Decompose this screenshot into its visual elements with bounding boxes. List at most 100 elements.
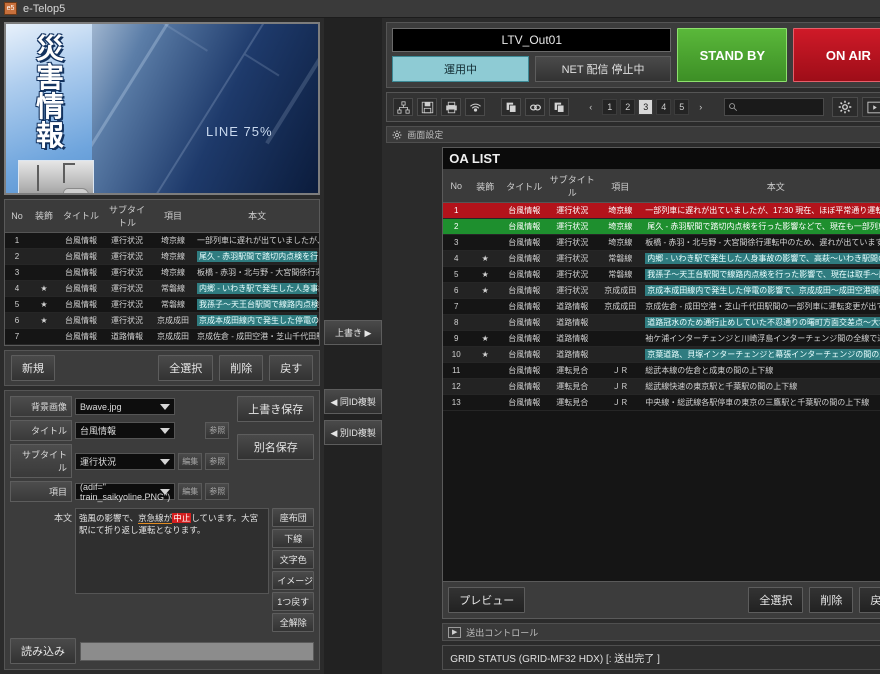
table-row[interactable]: 13 台風情報 運転見合 ＪＲ 中央線・総武線各駅停車の東京の三鷹駅と千葉駅の間の上下線 <box>443 394 880 411</box>
table-row[interactable]: 11 台風情報 運転見合 ＪＲ 総武本線の佐倉と成東の間の上下線 <box>443 362 880 379</box>
chevron-down-icon[interactable] <box>160 428 171 434</box>
gear-icon[interactable] <box>832 97 859 117</box>
table-row[interactable]: 12 台風情報 運転見合 ＪＲ 総武線快速の東京駅と千葉駅の間の上下線 <box>443 378 880 395</box>
sitemap-icon[interactable] <box>393 98 414 116</box>
page-button-1[interactable]: 1 <box>602 99 618 115</box>
broadcast-icon[interactable] <box>465 98 486 116</box>
table-row[interactable]: 4★台風情報運行状況常磐線内郷 - いわき駅で発生した人身事故の影響で、高萩〜い… <box>443 250 880 267</box>
edit-button-3[interactable]: 編集 <box>178 483 203 500</box>
standby-button[interactable]: STAND BY <box>677 28 788 82</box>
telop-preview[interactable]: 災害情報 LINE 75% 緊急情報 北陸地方と北日本を中心に大雪の見込み。 T… <box>4 22 321 195</box>
print-icon[interactable] <box>441 98 462 116</box>
search-input[interactable] <box>724 98 825 116</box>
table-row[interactable]: 3 台風情報運行状況埼京線板橋 - 赤羽・北与野 - 大宮間徐行運転中のため、遅れ… <box>443 234 880 251</box>
same-id-copy-button[interactable]: ◀ 同ID複製 <box>324 389 383 414</box>
chevron-down-icon[interactable] <box>160 458 171 465</box>
table-row[interactable]: 6★台風情報運行状況京成成田京成本成田線内で発生した停電の影響で、京成成田〜成田… <box>443 282 880 299</box>
format-button-5[interactable]: 全解除 <box>272 613 315 632</box>
format-button-0[interactable]: 座布団 <box>272 508 315 527</box>
cell-title: 台風情報 <box>59 280 103 297</box>
workspace: 災害情報 LINE 75% 緊急情報 北陸地方と北日本を中心に大雪の見込み。 T… <box>0 18 880 674</box>
oa-undo-button[interactable]: 戻す <box>859 587 880 613</box>
form-select-2[interactable]: 運行状況 <box>75 452 176 470</box>
table-row[interactable]: 7 台風情報道路情報京成成田京成佐倉 - 成田空港・芝山千代田駅間の一部列車に運転… <box>443 298 880 315</box>
select-all-button[interactable]: 全選択 <box>158 355 214 381</box>
form-value-3: (adif=" train_saikyoline.PNG") <box>80 481 171 502</box>
table-row[interactable]: 2 台風情報運行状況埼京線尾久 - 赤羽駅間で踏切内点検を行った影響などで、現在も… <box>5 248 320 265</box>
overwrite-transfer-button[interactable]: 上書き ▶ <box>324 320 383 345</box>
form-select-3[interactable]: (adif=" train_saikyoline.PNG") <box>75 481 176 502</box>
page-button-2[interactable]: 2 <box>620 99 636 115</box>
browse-button-1[interactable]: 参照 <box>205 422 230 439</box>
cell-no: 1 <box>5 232 29 249</box>
cell-subtitle: 道路情報 <box>547 298 598 315</box>
table-row[interactable]: 9★台風情報道路情報 袖ケ浦インターチェンジと川崎浮島インターチェンジ間の全線で通… <box>443 330 880 347</box>
form-select-1[interactable]: 台風情報 <box>75 422 176 439</box>
save-as-button[interactable]: 別名保存 <box>237 434 315 460</box>
format-button-1[interactable]: 下線 <box>272 529 315 548</box>
link-icon[interactable] <box>525 98 546 116</box>
page-button-3[interactable]: 3 <box>638 99 654 115</box>
form-select-0[interactable]: Bwave.jpg <box>75 398 176 415</box>
page-button-5[interactable]: 5 <box>674 99 690 115</box>
new-button[interactable]: 新規 <box>11 355 55 381</box>
save-icon[interactable] <box>417 98 438 116</box>
output-name[interactable]: LTV_Out01 <box>392 28 672 52</box>
play-icon[interactable] <box>862 97 880 117</box>
table-row[interactable]: 8 台風情報道路情報 道路冠水のため通行止めしていた不忍通りの曙町方面交差点〜大塚三… <box>5 344 320 345</box>
browse-button-3[interactable]: 参照 <box>205 483 230 500</box>
preview-button[interactable]: プレビュー <box>448 587 526 613</box>
browse-button-2[interactable]: 参照 <box>205 452 230 470</box>
page-button-4[interactable]: 4 <box>656 99 672 115</box>
table-row[interactable]: 5★台風情報運行状況常磐線我孫子〜天王台駅間で線路内点検を行った影響で、現在は取… <box>443 266 880 283</box>
cell-item: 京成成田 <box>151 328 195 345</box>
screen-settings-bar[interactable]: 画面設定 ▶ <box>386 126 880 143</box>
net-delivery-toggle[interactable]: NET 配信 停止中 <box>534 56 672 82</box>
send-control-bar[interactable]: ▶ 送出コントロール ▶ <box>442 623 880 641</box>
table-row[interactable]: 3 台風情報運行状況埼京線板橋 - 赤羽・北与野 - 大宮間徐行運転中のため、遅れ… <box>5 264 320 281</box>
table-row[interactable]: 1 台風情報運行状況埼京線一部列車に遅れが出ていましたが、17:30 現在、ほぼ平… <box>443 202 880 219</box>
operating-toggle[interactable]: 運用中 <box>392 56 529 82</box>
paste-icon[interactable] <box>549 98 570 116</box>
save-overwrite-button[interactable]: 上書き保存 <box>237 396 315 422</box>
table-row[interactable]: 1 台風情報運行状況埼京線一部列車に遅れが出ていましたが、17:30 現在、ほぼ平… <box>5 232 320 249</box>
cell-title: 台風情報 <box>59 328 103 345</box>
edit-list-table[interactable]: No 装飾 タイトル サブタイトル 項目 本文 1 台風情報 運行状況 埼京線 一部列車… <box>4 198 321 346</box>
cell-deco <box>469 394 502 411</box>
next-page-button[interactable]: › <box>693 99 708 115</box>
body-text-editor[interactable]: 強風の影響で、京急線が中止しています。大宮駅にて折り返し運転となります。 <box>75 508 270 594</box>
preview-vertical-title: 災害情報 <box>35 33 64 152</box>
body-format-buttons: 座布団下線文字色イメージ 1つ戻す全解除 <box>272 508 315 632</box>
cell-body: 袖ケ浦インターチェンジと川崎浮島インターチェンジ間の全線で通行止め。 <box>643 330 880 347</box>
table-row[interactable]: 8 台風情報道路情報 道路冠水のため通行止めしていた不忍通りの曙町方面交差点〜大塚三… <box>443 314 880 331</box>
table-row[interactable]: 6★台風情報運行状況京成成田京成本成田線内で発生した停電の影響で、京成成田〜成田… <box>5 312 320 329</box>
format-button-4[interactable]: 1つ戻す <box>272 592 315 611</box>
oa-delete-button[interactable]: 削除 <box>809 587 854 613</box>
body-editor-area: 本文 強風の影響で、京急線が中止しています。大宮駅にて折り返し運転となります。 … <box>10 508 315 632</box>
cell-body: 内郷 - いわき駅で発生した人身事故の影響で、高萩〜いわき駅間の運転を見合わせて… <box>643 250 880 267</box>
form-label-0: 背景画像 <box>10 396 72 417</box>
format-button-2[interactable]: 文字色 <box>272 550 315 569</box>
telop-edit-form: 背景画像 Bwave.jpg タイトル 台風情報 参照 サブタイトル 運行状況 編集 参照 項目(… <box>4 390 321 670</box>
thumbnail-car <box>63 188 89 193</box>
oa-select-all-button[interactable]: 全選択 <box>748 587 804 613</box>
onair-button[interactable]: ON AIR <box>793 28 880 82</box>
table-row[interactable]: 2 台風情報運行状況埼京線尾久 - 赤羽駅間で踏切内点検を行った影響などで、現在も… <box>443 218 880 235</box>
load-button[interactable]: 読み込み <box>10 638 76 664</box>
save-buttons: 上書き保存 別名保存 <box>237 396 315 502</box>
oa-list[interactable]: No 装飾 タイトル サブタイトル 項目 本文 1 台風情報 運行状況 埼京線 一部列車… <box>443 170 880 411</box>
edit-button-2[interactable]: 編集 <box>178 452 203 470</box>
chevron-down-icon[interactable] <box>160 404 171 410</box>
table-row[interactable]: 5★台風情報運行状況常磐線我孫子〜天王台駅間で線路内点検を行った影響で、現在は取… <box>5 296 320 313</box>
prev-page-button[interactable]: ‹ <box>583 99 598 115</box>
table-row[interactable]: 7 台風情報道路情報京成成田京成佐倉 - 成田空港・芝山千代田駅間の一部列車に運転… <box>5 328 320 345</box>
copy-icon[interactable] <box>501 98 522 116</box>
delete-button[interactable]: 削除 <box>219 355 264 381</box>
table-row[interactable]: 10 ★ 台風情報 道路情報 京葉道路、貝塚インターチェンジと幕張インターチェンジの間の… <box>443 346 880 363</box>
undo-button[interactable]: 戻す <box>269 355 314 381</box>
format-button-3[interactable]: イメージ <box>272 571 315 590</box>
cell-deco: ★ <box>469 346 502 363</box>
other-id-copy-button[interactable]: ◀ 別ID複製 <box>324 420 383 445</box>
chevron-down-icon[interactable] <box>160 489 171 495</box>
table-row[interactable]: 4★台風情報運行状況常磐線内郷 - いわき駅で発生した人身事故の影響で、高萩〜い… <box>5 280 320 297</box>
